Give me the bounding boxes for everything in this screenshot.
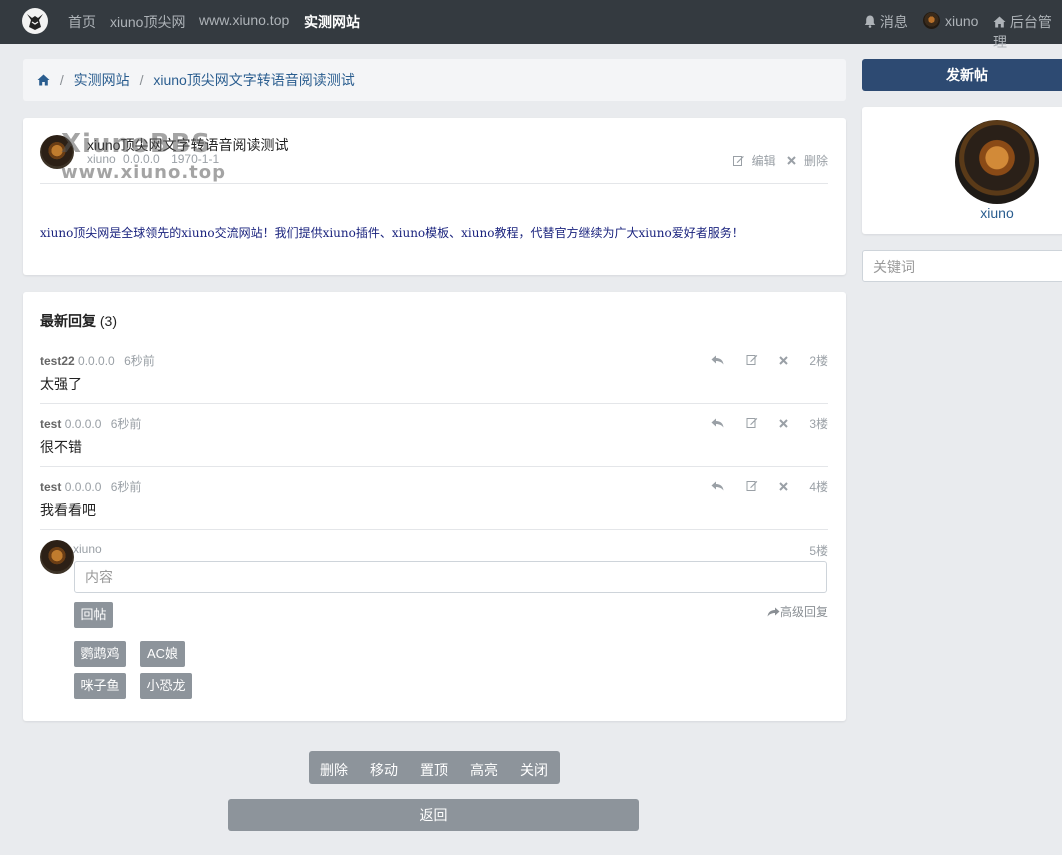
reply-quote-icon[interactable] bbox=[711, 354, 724, 368]
share-icon bbox=[767, 607, 780, 617]
breadcrumb-thread[interactable]: xiuno顶尖网文字转语音阅读测试 bbox=[153, 72, 354, 88]
advanced-reply-label: 高级回复 bbox=[779, 605, 828, 619]
reply-user[interactable]: test22 bbox=[40, 354, 75, 368]
sticker-button[interactable]: 小恐龙 bbox=[140, 673, 192, 699]
nav-user[interactable]: xiuno bbox=[923, 12, 978, 29]
bell-icon bbox=[864, 15, 876, 28]
reply-ops: 2楼 bbox=[693, 352, 828, 369]
mod-delete-button[interactable]: 删除 bbox=[320, 760, 348, 780]
compose-avatar bbox=[40, 540, 74, 574]
reply-content: 我看看吧 bbox=[40, 502, 96, 518]
reply-floor: 4楼 bbox=[809, 480, 828, 494]
top-navbar: 首页 xiuno顶尖网 www.xiuno.top 实测网站 消息 xiuno … bbox=[0, 0, 1062, 50]
thread-divider bbox=[40, 183, 828, 184]
nav-home[interactable]: 首页 bbox=[68, 12, 96, 32]
reply-edit-icon[interactable] bbox=[746, 354, 758, 368]
mod-close-button[interactable]: 关闭 bbox=[520, 760, 548, 780]
replies-heading-label: 最新回复 bbox=[40, 313, 96, 329]
thread-actions: 编辑 删除 bbox=[725, 152, 828, 169]
mod-highlight-button[interactable]: 高亮 bbox=[470, 760, 498, 780]
sticker-button[interactable]: 鹦鹉鸡 bbox=[74, 641, 126, 667]
reply-divider bbox=[40, 466, 828, 467]
close-icon bbox=[787, 156, 796, 165]
replies-count: (3) bbox=[99, 313, 118, 329]
thread-edit-button[interactable]: 编辑 bbox=[732, 154, 779, 168]
reply-meta: test 0.0.0.0 6秒前 bbox=[40, 415, 141, 432]
reply-user[interactable]: test bbox=[40, 417, 61, 431]
mod-sticky-button[interactable]: 置顶 bbox=[420, 760, 448, 780]
moderation-toolbar: 删除 移动 置顶 高亮 关闭 bbox=[309, 751, 560, 784]
home-icon[interactable] bbox=[37, 74, 50, 86]
reply-ops: 4楼 bbox=[693, 478, 828, 495]
reply-user[interactable]: test bbox=[40, 480, 61, 494]
reply-ops: 3楼 bbox=[693, 415, 828, 432]
nav-test-site[interactable]: 实测网站 bbox=[304, 12, 360, 32]
profile-username[interactable]: xiuno bbox=[862, 205, 1062, 221]
reply-content: 很不错 bbox=[40, 439, 82, 455]
post-reply-button[interactable]: 回帖 bbox=[74, 602, 113, 628]
reply-time: 6秒前 bbox=[124, 354, 155, 368]
advanced-reply-link[interactable]: 高级回复 bbox=[767, 603, 828, 620]
reply-quote-icon[interactable] bbox=[711, 480, 724, 494]
reply-meta: test 0.0.0.0 6秒前 bbox=[40, 478, 141, 495]
compose-floor: 5楼 bbox=[809, 544, 828, 558]
compose-user: xiuno bbox=[73, 542, 102, 556]
logo-icon bbox=[27, 14, 43, 30]
search-input[interactable]: 关键词 bbox=[862, 250, 1062, 282]
edit-icon bbox=[732, 156, 744, 166]
home-icon bbox=[993, 16, 1006, 28]
replies-heading: 最新回复 (3) bbox=[40, 311, 117, 331]
reply-delete-icon[interactable] bbox=[779, 480, 788, 494]
thread-delete-label: 删除 bbox=[803, 154, 828, 168]
nav-www-xiuno-top[interactable]: www.xiuno.top bbox=[199, 12, 289, 28]
reply-ip: 0.0.0.0 bbox=[78, 354, 115, 368]
nav-admin[interactable]: 后台管理 bbox=[993, 12, 1062, 52]
user-avatar bbox=[923, 12, 940, 29]
reply-edit-icon[interactable] bbox=[746, 480, 758, 494]
nav-user-label: xiuno bbox=[945, 13, 979, 29]
reply-time: 6秒前 bbox=[110, 417, 142, 431]
watermark-url: www.xiuno.top bbox=[61, 162, 227, 183]
sticker-button[interactable]: 咪子鱼 bbox=[74, 673, 126, 699]
reply-floor: 2楼 bbox=[809, 354, 828, 368]
reply-delete-icon[interactable] bbox=[779, 417, 788, 431]
thread-card: xiuno顶尖网文字转语音阅读测试 xiuno 0.0.0.0 1970-1-1… bbox=[23, 118, 846, 275]
reply-delete-icon[interactable] bbox=[779, 354, 788, 368]
reply-ip: 0.0.0.0 bbox=[64, 480, 102, 494]
new-thread-button[interactable]: 发新帖 bbox=[862, 59, 1062, 91]
reply-ip: 0.0.0.0 bbox=[64, 417, 102, 431]
reply-quote-icon[interactable] bbox=[711, 417, 724, 431]
mod-move-button[interactable]: 移动 bbox=[370, 760, 398, 780]
breadcrumb-forum[interactable]: 实测网站 bbox=[74, 72, 130, 88]
nav-messages[interactable]: 消息 bbox=[864, 12, 908, 32]
sticker-button[interactable]: AC娘 bbox=[140, 641, 185, 667]
profile-avatar[interactable] bbox=[955, 120, 1039, 204]
watermark-logo: XiunoBBS bbox=[61, 129, 212, 159]
reply-floor: 3楼 bbox=[809, 417, 828, 431]
thread-delete-button[interactable]: 删除 bbox=[787, 154, 828, 168]
thread-body: xiuno顶尖网是全球领先的xiuno交流网站！我们提供xiuno插件、xiun… bbox=[40, 226, 744, 240]
site-logo[interactable] bbox=[22, 8, 48, 34]
reply-time: 6秒前 bbox=[110, 480, 142, 494]
reply-content-input[interactable]: 内容 bbox=[74, 561, 827, 593]
nav-messages-label: 消息 bbox=[879, 14, 908, 30]
reply-edit-icon[interactable] bbox=[746, 417, 758, 431]
nav-xiuno-top[interactable]: xiuno顶尖网 bbox=[110, 12, 185, 32]
thread-edit-label: 编辑 bbox=[751, 154, 776, 168]
breadcrumb: / 实测网站 / xiuno顶尖网文字转语音阅读测试 bbox=[23, 59, 846, 101]
reply-divider bbox=[40, 529, 828, 530]
back-button[interactable]: 返回 bbox=[228, 799, 639, 831]
reply-divider bbox=[40, 403, 828, 404]
replies-card: 最新回复 (3) test22 0.0.0.0 6秒前 太强了 2楼 test … bbox=[23, 292, 846, 721]
reply-content: 太强了 bbox=[40, 376, 82, 392]
user-card: xiuno bbox=[862, 107, 1062, 234]
reply-meta: test22 0.0.0.0 6秒前 bbox=[40, 352, 155, 369]
